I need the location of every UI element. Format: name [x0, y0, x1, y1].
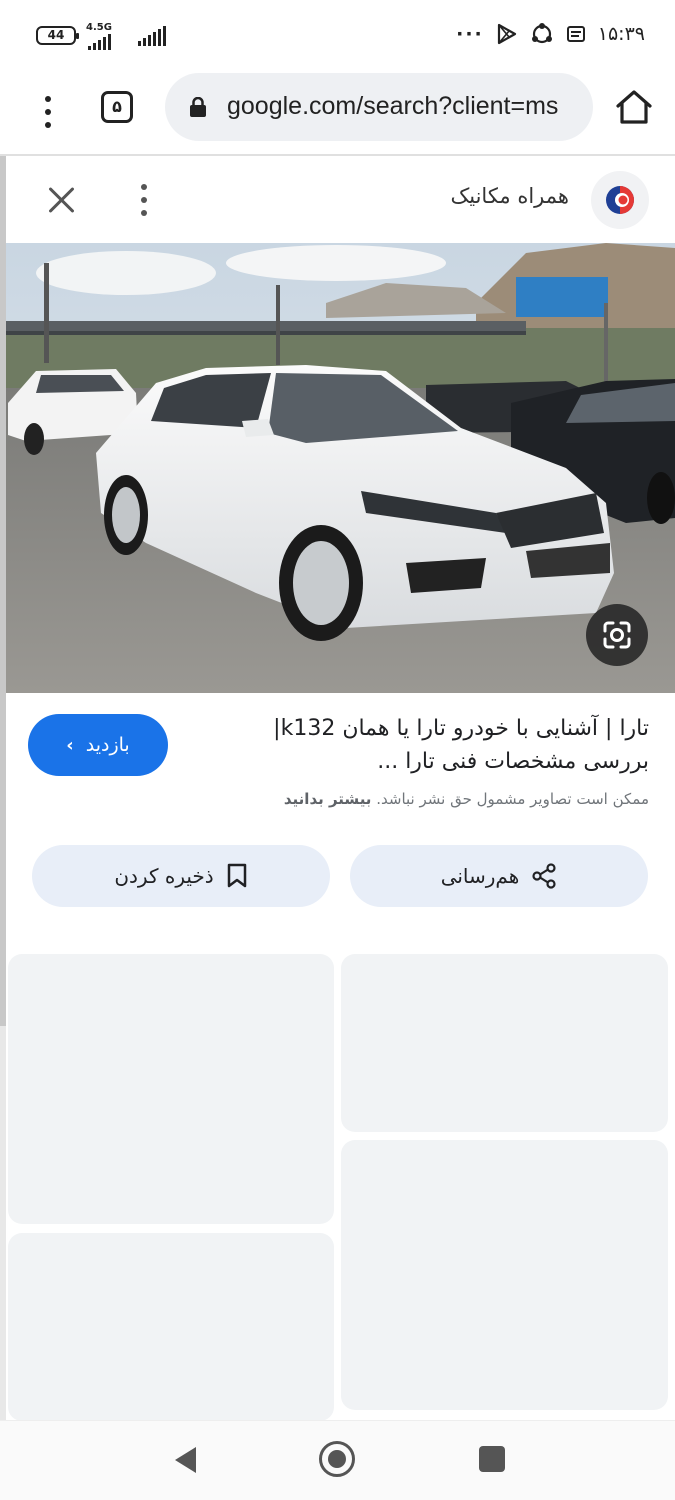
disclaimer-text: ممکن است تصاویر مشمول حق نشر نباشد. [376, 790, 649, 808]
home-icon[interactable] [614, 88, 654, 126]
status-bar: 44 4.5G ··· ۱۵:۳۹ [0, 0, 675, 70]
source-logo[interactable] [591, 171, 649, 229]
more-notifications-icon: ··· [456, 23, 484, 45]
more-options-icon[interactable] [136, 184, 152, 216]
share-button-label: هم‌رسانی [440, 864, 520, 888]
url-text: google.com/search?client=ms [227, 92, 559, 120]
learn-more-link[interactable]: بیشتر بدانید [284, 790, 372, 808]
visit-button-label: بازدید [85, 734, 130, 756]
related-image-placeholder[interactable] [341, 954, 668, 1132]
close-icon[interactable] [45, 183, 79, 217]
chevron-left-icon: ‹ [66, 734, 74, 756]
status-right: ··· ۱۵:۳۹ [456, 22, 645, 46]
toolbar-divider [0, 154, 675, 156]
source-header: همراه مکانیک [0, 160, 675, 242]
browser-menu-icon[interactable] [38, 92, 58, 132]
play-store-icon [497, 23, 516, 45]
bookmark-icon [227, 863, 246, 888]
copyright-disclaimer: ممکن است تصاویر مشمول حق نشر نباشد. بیشت… [284, 790, 649, 808]
sync-icon [531, 23, 552, 44]
clock: ۱۵:۳۹ [597, 23, 645, 45]
tab-switcher-button[interactable]: ۵ [101, 91, 133, 123]
car-photo [6, 243, 675, 693]
result-title[interactable]: تارا | آشنایی با خودرو تارا یا همان k132… [239, 712, 649, 778]
save-button[interactable]: ذخیره کردن [32, 845, 330, 907]
lock-icon [190, 97, 206, 117]
google-lens-button[interactable] [586, 604, 648, 666]
signal-icon [88, 30, 111, 50]
recents-icon[interactable] [479, 1446, 505, 1472]
result-image[interactable] [6, 243, 675, 693]
battery-indicator: 44 [36, 26, 79, 45]
visit-button[interactable]: ‹ بازدید [28, 714, 168, 776]
address-bar[interactable]: google.com/search?client=ms [165, 73, 593, 141]
signal-icon-2 [138, 26, 166, 46]
message-icon [566, 26, 585, 42]
home-nav-icon[interactable] [319, 1441, 355, 1477]
source-site-name[interactable]: همراه مکانیک [450, 184, 569, 208]
source-logo-icon [606, 186, 634, 214]
system-nav-bar [0, 1420, 675, 1500]
share-icon [532, 863, 556, 889]
browser-toolbar: ۵ google.com/search?client=ms [0, 70, 675, 154]
back-icon[interactable] [172, 1445, 198, 1475]
related-image-placeholder[interactable] [8, 1233, 334, 1421]
related-image-placeholder[interactable] [341, 1140, 668, 1410]
save-button-label: ذخیره کردن [114, 864, 214, 888]
share-button[interactable]: هم‌رسانی [350, 845, 648, 907]
related-image-placeholder[interactable] [8, 954, 334, 1224]
lens-icon [603, 621, 631, 649]
